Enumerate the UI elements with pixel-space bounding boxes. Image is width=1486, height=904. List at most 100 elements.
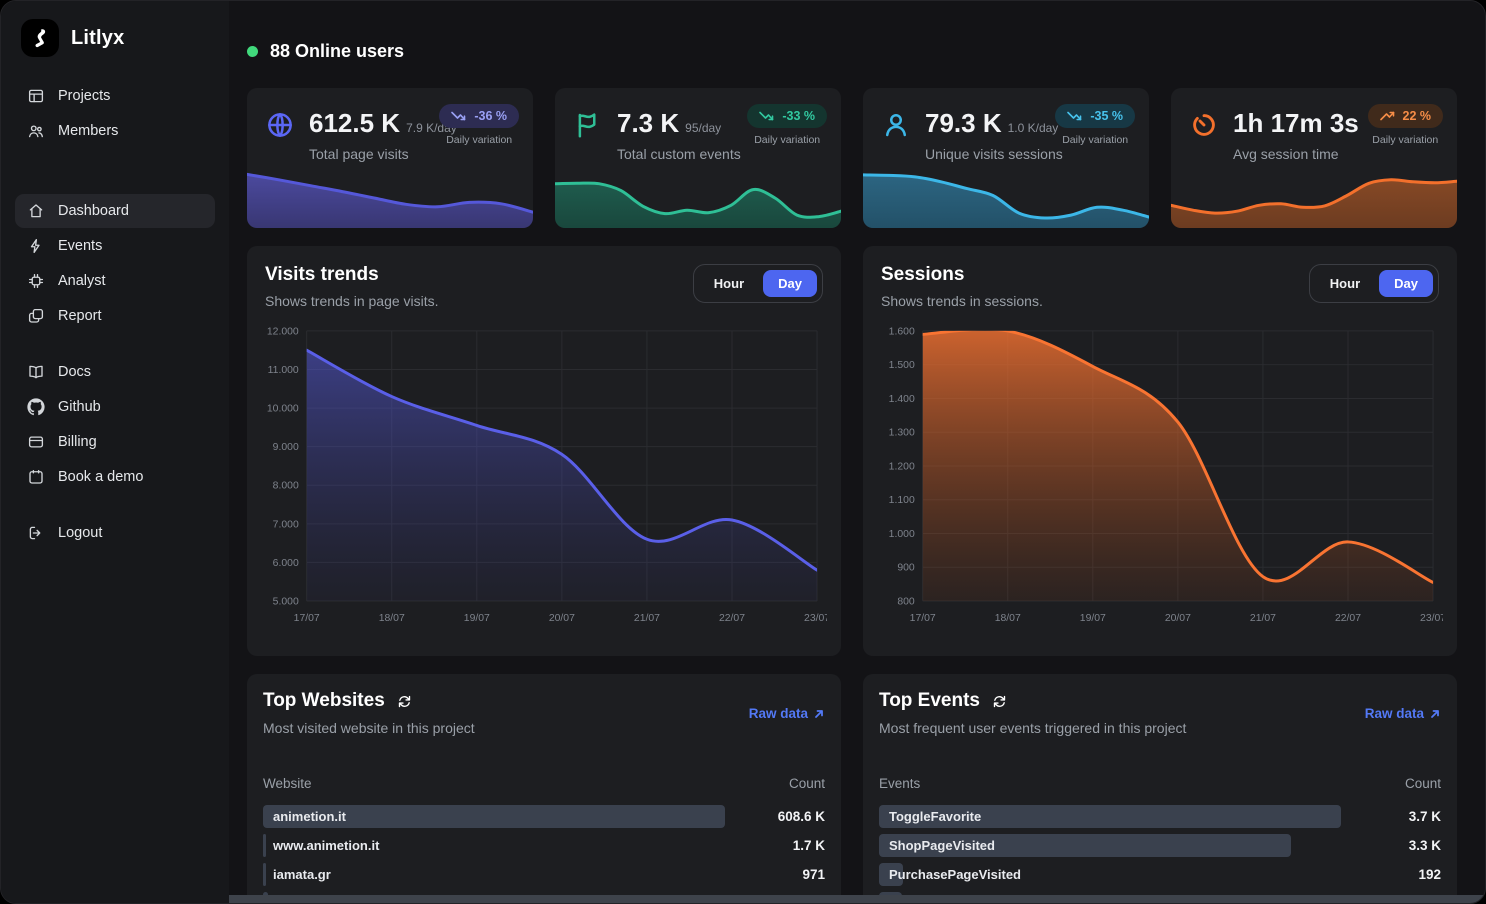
svg-text:19/07: 19/07	[1080, 613, 1106, 624]
row-count: 971	[802, 863, 825, 886]
sidebar-item-dashboard[interactable]: Dashboard	[15, 194, 215, 228]
table-row[interactable]: ShopPageVisited 3.3 K	[879, 834, 1441, 857]
svg-text:11.000: 11.000	[268, 365, 299, 376]
trend-up-icon	[1380, 109, 1395, 123]
svg-text:20/07: 20/07	[549, 613, 575, 624]
charts-row: Visits trends Shows trends in page visit…	[247, 246, 1457, 656]
table-row[interactable]: animetion.it 608.6 K	[263, 805, 825, 828]
row-count: 1.7 K	[793, 834, 825, 857]
stat-variation: -36 % Daily variation	[439, 104, 519, 146]
sidebar-item-github[interactable]: Github	[15, 390, 215, 424]
svg-text:5.000: 5.000	[273, 596, 299, 607]
badge-value: -35 %	[1090, 109, 1123, 123]
refresh-icon[interactable]	[397, 694, 412, 709]
svg-text:1.200: 1.200	[889, 461, 915, 472]
chart-header: Visits trends Shows trends in page visit…	[261, 264, 827, 309]
refresh-icon[interactable]	[992, 694, 1007, 709]
table-subtitle: Most frequent user events triggered in t…	[879, 720, 1186, 736]
badge-caption: Daily variation	[754, 134, 820, 146]
projects-icon	[27, 87, 45, 105]
row-label: iamata.gr	[273, 863, 331, 886]
stat-label: Unique visits sessions	[925, 146, 1063, 162]
svg-text:900: 900	[897, 563, 915, 574]
sidebar-nav: Projects Members DashboardEventsAnalyst Rep…	[15, 79, 215, 550]
svg-text:20/07: 20/07	[1165, 613, 1191, 624]
svg-text:7.000: 7.000	[273, 519, 299, 530]
stat-sparkline-chart	[555, 164, 841, 228]
svg-text:21/07: 21/07	[1250, 613, 1276, 624]
table-rows: animetion.it 608.6 K www.animetion.it 1.…	[263, 805, 825, 903]
sidebar-item-projects[interactable]: Projects	[15, 79, 215, 113]
billing-icon	[27, 433, 45, 451]
stat-value: 1h 17m 3s	[1233, 108, 1359, 139]
row-count: 3.3 K	[1409, 834, 1441, 857]
row-bar	[263, 863, 266, 886]
table-titles: Top Events Most frequent user events tri…	[879, 690, 1186, 736]
svg-text:1.500: 1.500	[889, 360, 915, 371]
sidebar-item-report[interactable]: Report	[15, 299, 215, 333]
stat-texts: 1h 17m 3s Avg session time	[1233, 108, 1359, 162]
stat-sparkline-chart	[1171, 164, 1457, 228]
raw-data-label: Raw data	[749, 706, 808, 721]
stat-label: Avg session time	[1233, 146, 1359, 162]
column-label: Events	[879, 776, 920, 791]
main-content: 88 Online users 612.5 K7.9 K/day Total p…	[229, 1, 1485, 903]
chart-card-visits-trends: Visits trends Shows trends in page visit…	[247, 246, 841, 656]
sidebar-item-label: Docs	[58, 364, 91, 380]
stat-variation: 22 % Daily variation	[1368, 104, 1444, 146]
svg-text:12.000: 12.000	[267, 326, 299, 337]
sidebar-item-logout[interactable]: Logout	[15, 516, 215, 550]
column-count: Count	[1405, 776, 1441, 791]
row-label: ShopPageVisited	[889, 834, 995, 857]
stat-texts: 612.5 K7.9 K/day Total page visits	[309, 108, 457, 162]
sidebar-item-analyst[interactable]: Analyst	[15, 264, 215, 298]
toggle-hour[interactable]: Hour	[699, 270, 759, 297]
horizontal-scrollbar[interactable]	[229, 895, 1485, 903]
trend-down-icon	[759, 109, 774, 123]
sidebar-item-events[interactable]: Events	[15, 229, 215, 263]
badge-caption: Daily variation	[1372, 134, 1438, 146]
table-row[interactable]: www.animetion.it 1.7 K	[263, 834, 825, 857]
sidebar-item-book-a-demo[interactable]: Book a demo	[15, 460, 215, 494]
trend-down-icon	[451, 109, 466, 123]
timer-icon	[1189, 110, 1219, 140]
stat-sparkline-chart	[247, 164, 533, 228]
globe-icon	[265, 110, 295, 140]
row-count: 192	[1418, 863, 1441, 886]
sidebar-section-gap	[15, 149, 215, 193]
raw-data-link[interactable]: Raw data	[749, 706, 825, 721]
stat-card-total-page-visits: 612.5 K7.9 K/day Total page visits -36 %…	[247, 88, 533, 228]
sidebar-item-label: Projects	[58, 88, 110, 104]
toggle-hour[interactable]: Hour	[1315, 270, 1375, 297]
brand-name: Litlyx	[71, 27, 124, 50]
litlyx-logo-icon	[21, 19, 59, 57]
row-count: 3.7 K	[1409, 805, 1441, 828]
stats-row: 612.5 K7.9 K/day Total page visits -36 %…	[247, 88, 1457, 228]
sidebar-item-billing[interactable]: Billing	[15, 425, 215, 459]
svg-text:6.000: 6.000	[273, 558, 299, 569]
docs-icon	[27, 363, 45, 381]
svg-text:9.000: 9.000	[273, 442, 299, 453]
tables-row: Top Websites Most visited website in thi…	[247, 674, 1457, 903]
sidebar-section-gap	[15, 495, 215, 515]
sidebar-item-members[interactable]: Members	[15, 114, 215, 148]
table-row[interactable]: iamata.gr 971	[263, 863, 825, 886]
table-rows: ToggleFavorite 3.7 K ShopPageVisited 3.3…	[879, 805, 1441, 903]
sidebar-item-label: Github	[58, 399, 101, 415]
stat-value: 79.3 K1.0 K/day	[925, 108, 1063, 139]
badge-caption: Daily variation	[1062, 134, 1128, 146]
raw-data-link[interactable]: Raw data	[1365, 706, 1441, 721]
table-row[interactable]: PurchasePageVisited 192	[879, 863, 1441, 886]
toggle-day[interactable]: Day	[1379, 270, 1433, 297]
sidebar-item-label: Report	[58, 308, 102, 324]
row-label: PurchasePageVisited	[889, 863, 1021, 886]
stat-texts: 7.3 K95/day Total custom events	[617, 108, 741, 162]
sidebar-item-label: Book a demo	[58, 469, 143, 485]
chart-subtitle: Shows trends in page visits.	[265, 293, 439, 309]
toggle-day[interactable]: Day	[763, 270, 817, 297]
row-bar	[263, 834, 266, 857]
table-row[interactable]: ToggleFavorite 3.7 K	[879, 805, 1441, 828]
daily-variation-badge: -33 %	[747, 104, 827, 128]
sidebar-item-docs[interactable]: Docs	[15, 355, 215, 389]
daily-variation-badge: -36 %	[439, 104, 519, 128]
